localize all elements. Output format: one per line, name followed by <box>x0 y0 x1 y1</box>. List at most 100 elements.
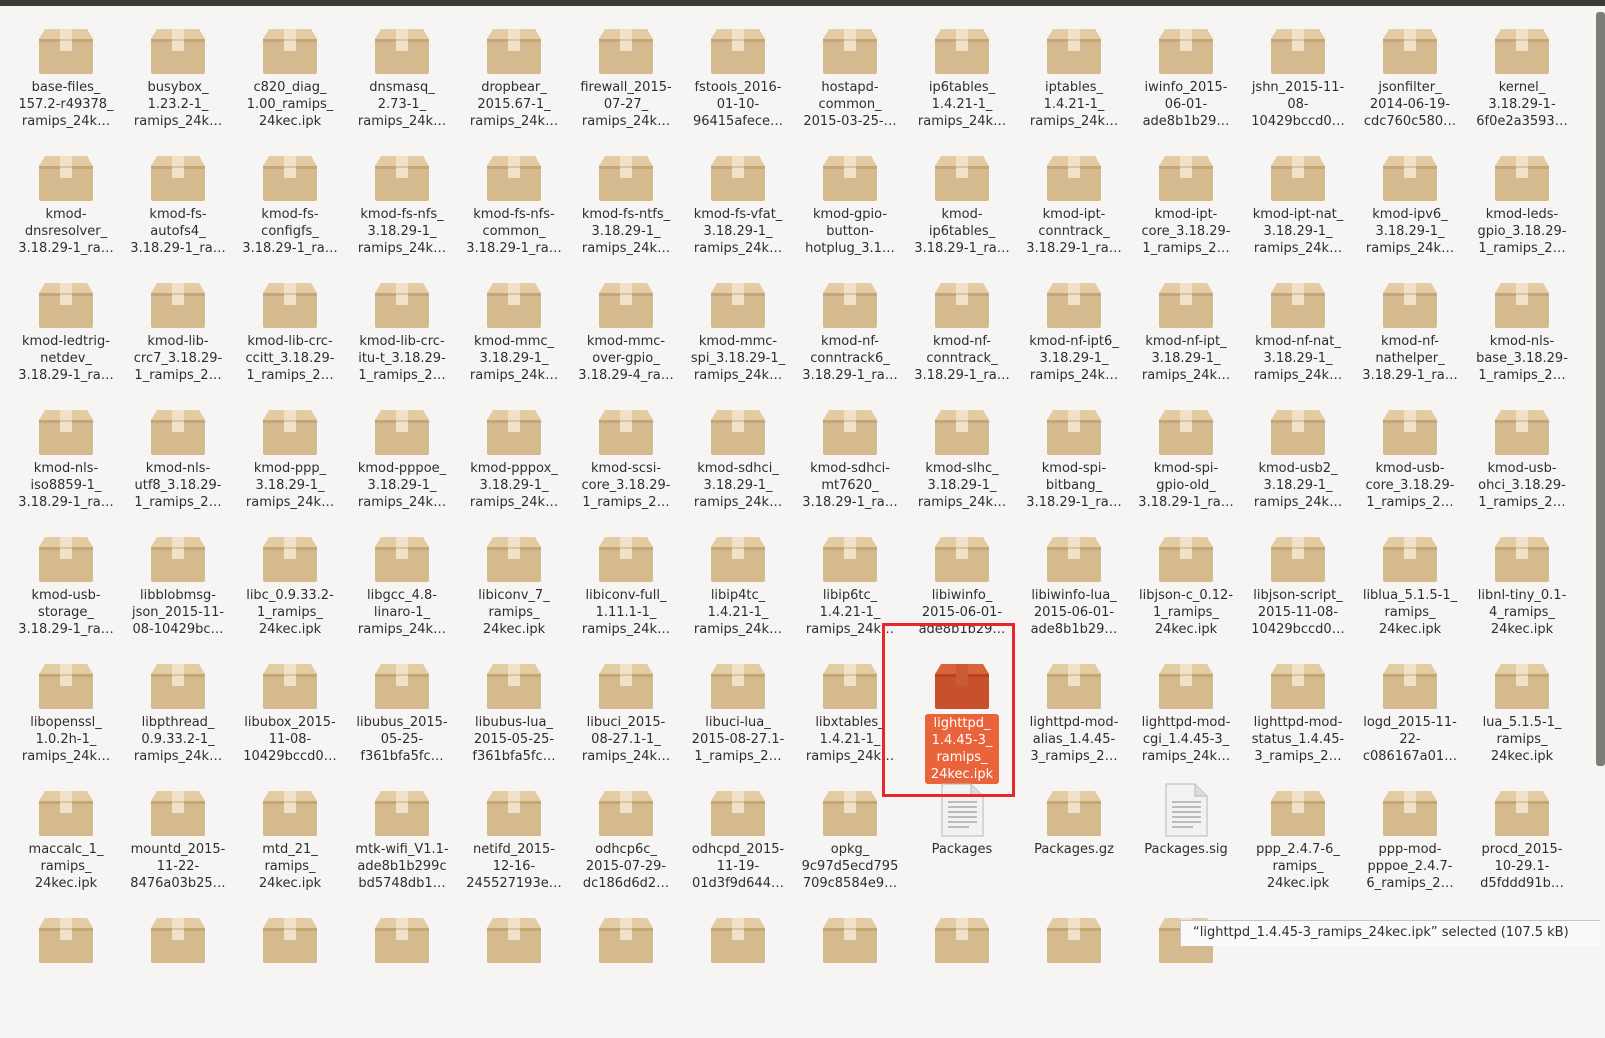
file-item[interactable]: kmod-usb- ohci_3.18.29- 1_ramips_2… <box>1466 403 1578 530</box>
file-item[interactable]: kmod-pppoe_ 3.18.29-1_ ramips_24k… <box>346 403 458 530</box>
file-item[interactable]: kmod-spi- bitbang_ 3.18.29-1_ra… <box>1018 403 1130 530</box>
file-item[interactable]: mtd_21_ ramips_ 24kec.ipk <box>234 784 346 911</box>
file-item[interactable]: kmod-fs-nfs_ 3.18.29-1_ ramips_24k… <box>346 149 458 276</box>
file-item[interactable]: mtk-wifi_V1.1- ade8b1b299c bd5748db1… <box>346 784 458 911</box>
file-item[interactable]: kmod-nf-nat_ 3.18.29-1_ ramips_24k… <box>1242 276 1354 403</box>
file-item[interactable]: Packages.gz <box>1018 784 1130 911</box>
file-item[interactable]: kmod-lib- crc7_3.18.29- 1_ramips_2… <box>122 276 234 403</box>
file-item[interactable]: kmod-ipt- conntrack_ 3.18.29-1_ra… <box>1018 149 1130 276</box>
file-item[interactable]: iptables_ 1.4.21-1_ ramips_24k… <box>1018 22 1130 149</box>
file-item[interactable]: ppp-mod- pppoe_2.4.7- 6_ramips_2… <box>1354 784 1466 911</box>
file-item[interactable]: kmod-nls- iso8859-1_ 3.18.29-1_ra… <box>10 403 122 530</box>
file-item[interactable]: kmod-fs- configfs_ 3.18.29-1_ra… <box>234 149 346 276</box>
file-item[interactable]: kmod-mmc- spi_3.18.29-1_ ramips_24k… <box>682 276 794 403</box>
file-item[interactable]: lighttpd-mod- cgi_1.4.45-3_ ramips_24k… <box>1130 657 1242 784</box>
file-item[interactable]: libgcc_4.8- linaro-1_ ramips_24k… <box>346 530 458 657</box>
file-item[interactable]: kmod-ipv6_ 3.18.29-1_ ramips_24k… <box>1354 149 1466 276</box>
file-item[interactable]: kmod-fs-ntfs_ 3.18.29-1_ ramips_24k… <box>570 149 682 276</box>
file-item[interactable]: kmod- ip6tables_ 3.18.29-1_ra… <box>906 149 1018 276</box>
file-item[interactable]: opkg_ 9c97d5ecd795 709c8584e9… <box>794 784 906 911</box>
file-item[interactable]: jsonfilter_ 2014-06-19- cdc760c580… <box>1354 22 1466 149</box>
file-item[interactable]: libubus-lua_ 2015-05-25- f361bfa5fc… <box>458 657 570 784</box>
file-item[interactable]: procd_2015- 10-29.1- d5fddd91b… <box>1466 784 1578 911</box>
file-item[interactable]: ip6tables_ 1.4.21-1_ ramips_24k… <box>906 22 1018 149</box>
file-item[interactable]: odhcp6c_ 2015-07-29- dc186d6d2… <box>570 784 682 911</box>
file-item[interactable]: kmod-slhc_ 3.18.29-1_ ramips_24k… <box>906 403 1018 530</box>
file-item[interactable]: kmod-sdhci_ 3.18.29-1_ ramips_24k… <box>682 403 794 530</box>
file-item[interactable]: ppp_2.4.7-6_ ramips_ 24kec.ipk <box>1242 784 1354 911</box>
file-item[interactable]: kmod-sdhci- mt7620_ 3.18.29-1_ra… <box>794 403 906 530</box>
file-item[interactable]: lighttpd_ 1.4.45-3_ ramips_ 24kec.ipk <box>906 657 1018 784</box>
file-item[interactable] <box>346 911 458 1038</box>
file-item[interactable]: kmod-usb- storage_ 3.18.29-1_ra… <box>10 530 122 657</box>
vertical-scrollbar[interactable] <box>1596 12 1605 766</box>
file-item[interactable]: kmod-lib-crc- ccitt_3.18.29- 1_ramips_2… <box>234 276 346 403</box>
file-item[interactable]: libopenssl_ 1.0.2h-1_ ramips_24k… <box>10 657 122 784</box>
file-item[interactable]: kmod- dnsresolver_ 3.18.29-1_ra… <box>10 149 122 276</box>
file-item[interactable]: kmod-nf- conntrack_ 3.18.29-1_ra… <box>906 276 1018 403</box>
file-item[interactable]: liblua_5.1.5-1_ ramips_ 24kec.ipk <box>1354 530 1466 657</box>
file-item[interactable]: logd_2015-11- 22- c086167a01… <box>1354 657 1466 784</box>
file-item[interactable]: libip4tc_ 1.4.21-1_ ramips_24k… <box>682 530 794 657</box>
file-item[interactable]: dropbear_ 2015.67-1_ ramips_24k… <box>458 22 570 149</box>
file-item[interactable] <box>10 911 122 1038</box>
file-item[interactable] <box>234 911 346 1038</box>
file-item[interactable]: kmod-pppox_ 3.18.29-1_ ramips_24k… <box>458 403 570 530</box>
file-item[interactable]: kmod-nf-ipt_ 3.18.29-1_ ramips_24k… <box>1130 276 1242 403</box>
file-item[interactable]: kernel_ 3.18.29-1- 6f0e2a3593… <box>1466 22 1578 149</box>
file-item[interactable]: libjson-script_ 2015-11-08- 10429bccd0… <box>1242 530 1354 657</box>
file-item[interactable]: kmod-fs-nfs- common_ 3.18.29-1_ra… <box>458 149 570 276</box>
file-item[interactable]: libubus_2015- 05-25- f361bfa5fc… <box>346 657 458 784</box>
file-item[interactable]: libuci-lua_ 2015-08-27.1- 1_ramips_2… <box>682 657 794 784</box>
file-item[interactable]: kmod-ipt-nat_ 3.18.29-1_ ramips_24k… <box>1242 149 1354 276</box>
file-item[interactable]: libxtables_ 1.4.21-1_ ramips_24k… <box>794 657 906 784</box>
file-item[interactable]: hostapd- common_ 2015-03-25-… <box>794 22 906 149</box>
file-item[interactable]: maccalc_1_ ramips_ 24kec.ipk <box>10 784 122 911</box>
file-item[interactable] <box>122 911 234 1038</box>
file-item[interactable]: kmod-ipt- core_3.18.29- 1_ramips_2… <box>1130 149 1242 276</box>
file-item[interactable]: base-files_ 157.2-r49378_ ramips_24k… <box>10 22 122 149</box>
file-item[interactable]: Packages.sig <box>1130 783 1242 911</box>
file-item[interactable]: kmod-ppp_ 3.18.29-1_ ramips_24k… <box>234 403 346 530</box>
file-item[interactable]: busybox_ 1.23.2-1_ ramips_24k… <box>122 22 234 149</box>
file-item[interactable]: libiwinfo-lua_ 2015-06-01- ade8b1b29… <box>1018 530 1130 657</box>
file-item[interactable] <box>570 911 682 1038</box>
file-item[interactable]: jshn_2015-11- 08- 10429bccd0… <box>1242 22 1354 149</box>
file-item[interactable]: libiwinfo_ 2015-06-01- ade8b1b29… <box>906 530 1018 657</box>
file-item[interactable]: libblobmsg- json_2015-11- 08-10429bc… <box>122 530 234 657</box>
file-item[interactable] <box>458 911 570 1038</box>
file-item[interactable]: kmod-leds- gpio_3.18.29- 1_ramips_2… <box>1466 149 1578 276</box>
file-item[interactable] <box>906 911 1018 1038</box>
file-item[interactable]: libnl-tiny_0.1- 4_ramips_ 24kec.ipk <box>1466 530 1578 657</box>
file-item[interactable]: odhcpd_2015- 11-19- 01d3f9d644… <box>682 784 794 911</box>
file-item[interactable]: kmod-nf- conntrack6_ 3.18.29-1_ra… <box>794 276 906 403</box>
file-item[interactable]: kmod-fs-vfat_ 3.18.29-1_ ramips_24k… <box>682 149 794 276</box>
file-grid[interactable]: base-files_ 157.2-r49378_ ramips_24k… bu… <box>10 22 1570 1038</box>
file-item[interactable]: lighttpd-mod- status_1.4.45- 3_ramips_2… <box>1242 657 1354 784</box>
file-item[interactable]: libc_0.9.33.2- 1_ramips_ 24kec.ipk <box>234 530 346 657</box>
file-item[interactable]: libiconv_7_ ramips_ 24kec.ipk <box>458 530 570 657</box>
file-item[interactable]: kmod-nf-ipt6_ 3.18.29-1_ ramips_24k… <box>1018 276 1130 403</box>
file-item[interactable]: kmod-nls- base_3.18.29- 1_ramips_2… <box>1466 276 1578 403</box>
file-item[interactable]: Packages <box>906 783 1018 911</box>
file-item[interactable]: kmod-nf- nathelper_ 3.18.29-1_ra… <box>1354 276 1466 403</box>
file-item[interactable]: mountd_2015- 11-22- 8476a03b25… <box>122 784 234 911</box>
file-item[interactable]: netifd_2015- 12-16- 245527193e… <box>458 784 570 911</box>
file-item[interactable] <box>1018 911 1130 1038</box>
file-item[interactable]: libiconv-full_ 1.11.1-1_ ramips_24k… <box>570 530 682 657</box>
file-item[interactable]: kmod-spi- gpio-old_ 3.18.29-1_ra… <box>1130 403 1242 530</box>
file-item[interactable]: libpthread_ 0.9.33.2-1_ ramips_24k… <box>122 657 234 784</box>
file-item[interactable]: kmod-mmc- over-gpio_ 3.18.29-4_ra… <box>570 276 682 403</box>
file-item[interactable]: kmod-scsi- core_3.18.29- 1_ramips_2… <box>570 403 682 530</box>
file-item[interactable]: dnsmasq_ 2.73-1_ ramips_24k… <box>346 22 458 149</box>
file-item[interactable]: fstools_2016- 01-10- 96415afece… <box>682 22 794 149</box>
file-item[interactable]: libubox_2015- 11-08- 10429bccd0… <box>234 657 346 784</box>
file-item[interactable]: kmod-lib-crc- itu-t_3.18.29- 1_ramips_2… <box>346 276 458 403</box>
file-item[interactable]: kmod-mmc_ 3.18.29-1_ ramips_24k… <box>458 276 570 403</box>
file-item[interactable]: libip6tc_ 1.4.21-1_ ramips_24k… <box>794 530 906 657</box>
file-item[interactable]: kmod-usb- core_3.18.29- 1_ramips_2… <box>1354 403 1466 530</box>
file-item[interactable]: iwinfo_2015- 06-01- ade8b1b29… <box>1130 22 1242 149</box>
file-item[interactable] <box>682 911 794 1038</box>
file-item[interactable]: firewall_2015- 07-27_ ramips_24k… <box>570 22 682 149</box>
file-item[interactable]: kmod-gpio- button- hotplug_3.1… <box>794 149 906 276</box>
